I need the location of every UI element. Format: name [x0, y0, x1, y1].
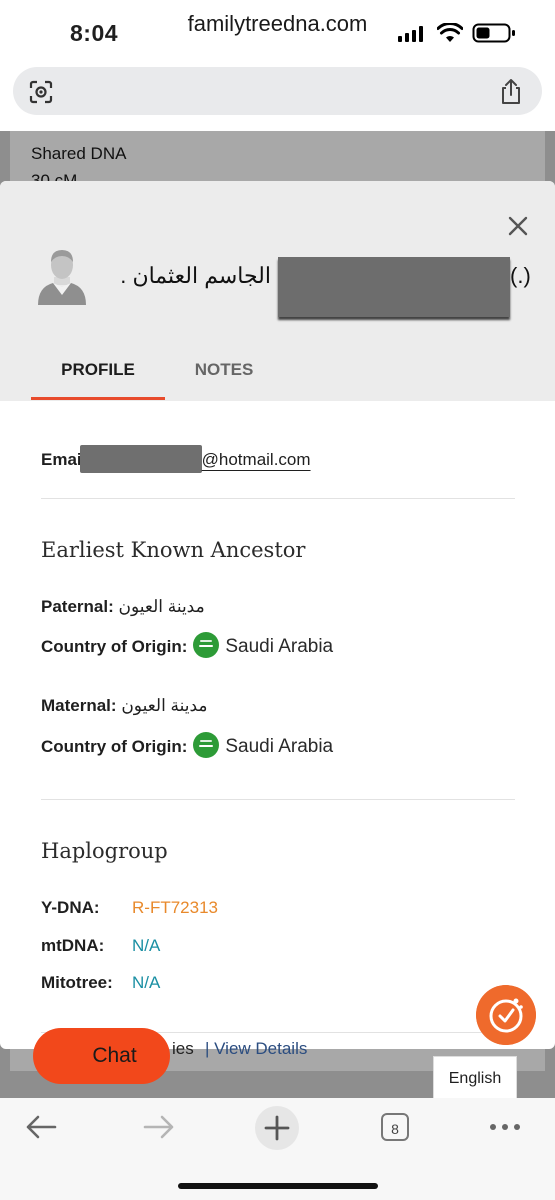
visual-search-icon[interactable]: [28, 79, 54, 105]
forward-icon[interactable]: [142, 1112, 176, 1142]
tab-notes[interactable]: NOTES: [165, 341, 283, 399]
paternal-country-row: Country of Origin: Saudi Arabia: [41, 632, 333, 658]
tab-profile[interactable]: PROFILE: [31, 341, 165, 399]
shared-dna-label: Shared DNA: [31, 144, 127, 163]
tab-switcher-button[interactable]: 8: [381, 1113, 409, 1141]
background-partial-label: ies: [172, 1039, 194, 1058]
haplogroup-title: Haplogroup: [41, 839, 168, 863]
saudi-flag-icon: [193, 732, 220, 758]
chat-label: Chat: [92, 1044, 137, 1067]
mitotree-value: N/A: [132, 973, 161, 992]
view-details-link[interactable]: | View Details: [205, 1039, 307, 1059]
home-indicator: [178, 1183, 378, 1189]
paternal-row: Paternal: مدينة العيون: [41, 597, 205, 617]
back-icon[interactable]: [24, 1112, 58, 1142]
divider: [41, 799, 515, 800]
maternal-value: مدينة العيون: [121, 696, 208, 715]
country-label: Country of Origin:: [41, 737, 188, 756]
address-bar[interactable]: [13, 67, 542, 115]
country-label: Country of Origin:: [41, 637, 188, 656]
ancestor-title: Earliest Known Ancestor: [41, 538, 306, 562]
name-suffix: (.): [510, 263, 531, 288]
share-icon[interactable]: [499, 78, 523, 106]
email-link[interactable]: @hotmail.com: [202, 450, 311, 469]
divider: [41, 498, 515, 499]
new-tab-icon[interactable]: [254, 1105, 300, 1151]
paternal-value: مدينة العيون: [118, 597, 205, 616]
country-value: Saudi Arabia: [225, 636, 334, 657]
email-label: Emai: [41, 450, 82, 469]
assistant-button-icon[interactable]: [476, 985, 536, 1045]
mitotree-label: Mitotree:: [41, 973, 113, 992]
ydna-label: Y-DNA:: [41, 898, 100, 917]
maternal-row: Maternal: مدينة العيون: [41, 696, 208, 716]
active-tab-indicator: [31, 397, 165, 400]
more-options-icon[interactable]: [488, 1120, 522, 1134]
shared-dna-value: 30 cM: [31, 171, 78, 181]
saudi-flag-icon: [193, 632, 220, 658]
profile-modal: الجاسم العثمان . (.) PROFILE NOTES Emai @…: [0, 181, 555, 1049]
close-icon[interactable]: [500, 208, 536, 244]
url-text[interactable]: familytreedna.com: [0, 0, 555, 48]
redaction-block: [278, 257, 510, 317]
paternal-label: Paternal:: [41, 597, 114, 616]
ydna-value[interactable]: R-FT72313: [132, 898, 218, 918]
email-redaction: [79, 445, 202, 473]
mtdna-value: N/A: [132, 936, 161, 955]
maternal-label: Maternal:: [41, 696, 117, 715]
avatar-icon: [38, 250, 86, 305]
mtdna-label: mtDNA:: [41, 936, 105, 955]
country-value: Saudi Arabia: [225, 736, 334, 757]
maternal-country-row: Country of Origin: Saudi Arabia: [41, 732, 333, 758]
email-row: Emai @hotmail.com: [41, 445, 311, 473]
member-name: الجاسم العثمان .: [120, 263, 271, 288]
chat-button[interactable]: Chat: [33, 1028, 170, 1084]
language-button[interactable]: English: [433, 1056, 517, 1102]
